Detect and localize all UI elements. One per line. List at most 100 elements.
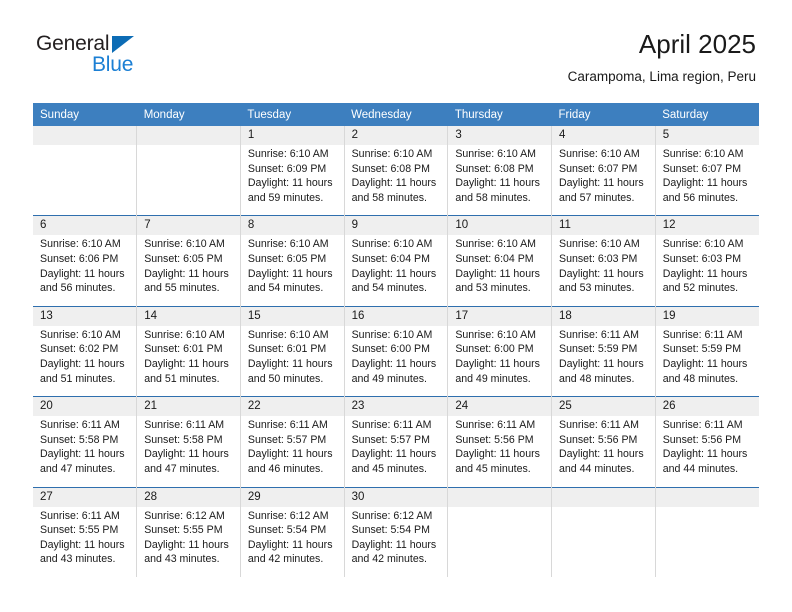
day-cell[interactable]: Sunrise: 6:10 AM Sunset: 6:01 PM Daylight:… [136, 325, 241, 397]
day-cell[interactable]: Sunrise: 6:11 AM Sunset: 5:56 PM Daylight:… [551, 416, 656, 487]
weekday-header-monday: Monday [136, 103, 241, 126]
page-title: April 2025 [638, 29, 756, 59]
day-number[interactable]: 5 [654, 126, 759, 145]
week-detail-row: Sunrise: 6:10 AM Sunset: 6:06 PM Daylight:… [33, 235, 759, 307]
day-number[interactable]: 29 [239, 486, 345, 507]
sunset-text: Sunset: 6:06 PM [40, 252, 119, 265]
day-number[interactable]: 23 [343, 396, 448, 417]
day-number[interactable]: 16 [343, 305, 448, 326]
day-number[interactable]: 14 [136, 305, 241, 326]
day-number[interactable]: 25 [551, 396, 656, 417]
sunrise-text: Sunrise: 6:10 AM [455, 328, 536, 341]
day-number[interactable]: 26 [654, 396, 759, 417]
day-number[interactable]: 7 [136, 215, 241, 236]
day-cell[interactable]: Sunrise: 6:10 AM Sunset: 6:08 PM Daylight:… [447, 145, 552, 216]
day-number[interactable]: 12 [654, 215, 759, 236]
day-number[interactable]: 9 [343, 215, 448, 236]
day-number[interactable]: 22 [239, 396, 345, 417]
day-number[interactable]: 4 [551, 126, 656, 145]
day-number[interactable]: 13 [33, 305, 137, 326]
day-cell[interactable]: Sunrise: 6:10 AM Sunset: 6:02 PM Daylight:… [33, 325, 137, 397]
sunrise-text: Sunrise: 6:10 AM [662, 148, 744, 160]
day-cell[interactable]: Sunrise: 6:11 AM Sunset: 5:58 PM Daylight:… [136, 416, 241, 487]
sunset-text: Sunset: 6:07 PM [559, 162, 638, 175]
sunset-text: Sunset: 5:56 PM [559, 433, 638, 446]
day-cell[interactable]: Sunrise: 6:11 AM Sunset: 5:55 PM Daylight:… [33, 506, 137, 577]
day-cell[interactable]: Sunrise: 6:10 AM Sunset: 6:04 PM Daylight:… [343, 235, 448, 307]
sunset-text: Sunset: 5:58 PM [144, 433, 223, 446]
day-number[interactable]: 1 [239, 126, 345, 145]
sunset-text: Sunset: 5:56 PM [662, 433, 742, 446]
daylight-text-line2: and 44 minutes. [559, 462, 635, 475]
daylight-text-line1: Daylight: 11 hours [144, 448, 229, 461]
day-number[interactable]: 18 [551, 305, 656, 326]
day-number[interactable]: 2 [343, 126, 448, 145]
daylight-text-line1: Daylight: 11 hours [455, 177, 540, 190]
day-number[interactable]: 3 [447, 126, 552, 145]
day-cell[interactable]: Sunrise: 6:11 AM Sunset: 5:57 PM Daylight:… [343, 416, 448, 487]
daylight-text-line1: Daylight: 11 hours [40, 448, 125, 461]
day-number[interactable]: 19 [654, 305, 759, 326]
sunrise-text: Sunrise: 6:10 AM [144, 238, 225, 251]
sunrise-text: Sunrise: 6:11 AM [662, 328, 743, 341]
day-number[interactable]: 24 [447, 396, 552, 417]
weekday-header-tuesday: Tuesday [240, 103, 345, 126]
day-cell[interactable]: Sunrise: 6:10 AM Sunset: 6:00 PM Daylight:… [447, 325, 552, 397]
logo-text-blue: Blue [92, 53, 134, 76]
day-cell-empty [136, 145, 241, 216]
day-cell[interactable]: Sunrise: 6:10 AM Sunset: 6:05 PM Daylight:… [239, 235, 345, 307]
day-cell[interactable]: Sunrise: 6:10 AM Sunset: 6:03 PM Daylight:… [551, 235, 656, 307]
daylight-text-line1: Daylight: 11 hours [455, 448, 540, 461]
day-cell[interactable]: Sunrise: 6:11 AM Sunset: 5:57 PM Daylight:… [239, 416, 345, 487]
day-cell[interactable]: Sunrise: 6:10 AM Sunset: 6:05 PM Daylight:… [136, 235, 241, 307]
day-number[interactable]: 28 [136, 486, 241, 507]
day-number[interactable]: 10 [447, 215, 552, 236]
day-cell[interactable]: Sunrise: 6:11 AM Sunset: 5:58 PM Daylight:… [33, 416, 137, 487]
day-cell[interactable]: Sunrise: 6:11 AM Sunset: 5:59 PM Daylight:… [551, 325, 656, 397]
daylight-text-line2: and 59 minutes. [247, 191, 324, 204]
daylight-text-line2: and 47 minutes. [40, 462, 116, 475]
day-number[interactable]: 17 [447, 305, 552, 326]
generalblue-logo[interactable]: General Blue [36, 33, 156, 81]
day-number[interactable]: 15 [239, 305, 345, 326]
sunset-text: Sunset: 6:03 PM [662, 252, 742, 265]
sunrise-text: Sunrise: 6:12 AM [351, 509, 433, 522]
day-number[interactable]: 21 [136, 396, 241, 417]
day-cell[interactable]: Sunrise: 6:10 AM Sunset: 6:04 PM Daylight:… [447, 235, 552, 307]
day-cell[interactable]: Sunrise: 6:11 AM Sunset: 5:56 PM Daylight:… [654, 416, 759, 487]
day-number[interactable]: 6 [33, 215, 137, 236]
sunrise-text: Sunrise: 6:10 AM [351, 148, 433, 160]
daylight-text-line2: and 42 minutes. [351, 553, 427, 566]
daylight-text-line1: Daylight: 11 hours [455, 267, 540, 280]
daylight-text-line2: and 51 minutes. [40, 372, 116, 385]
day-number[interactable]: 30 [343, 486, 448, 507]
sunrise-text: Sunrise: 6:11 AM [455, 419, 536, 432]
day-cell-empty [654, 506, 759, 577]
week-detail-row: Sunrise: 6:10 AM Sunset: 6:02 PM Daylight:… [33, 325, 759, 397]
day-cell[interactable]: Sunrise: 6:10 AM Sunset: 6:08 PM Daylight:… [343, 145, 448, 216]
day-number[interactable]: 27 [33, 486, 137, 507]
daylight-text-line2: and 49 minutes. [455, 372, 531, 385]
day-number[interactable]: 20 [33, 396, 137, 417]
day-cell[interactable]: Sunrise: 6:11 AM Sunset: 5:59 PM Daylight:… [654, 325, 759, 397]
day-cell[interactable]: Sunrise: 6:12 AM Sunset: 5:55 PM Daylight:… [136, 506, 241, 577]
day-cell[interactable]: Sunrise: 6:12 AM Sunset: 5:54 PM Daylight:… [343, 506, 448, 577]
daylight-text-line2: and 52 minutes. [662, 282, 739, 295]
daylight-text-line1: Daylight: 11 hours [455, 357, 540, 370]
daylight-text-line2: and 44 minutes. [662, 462, 739, 475]
day-number[interactable]: 11 [551, 215, 656, 236]
logo-text-general: General [36, 32, 110, 55]
day-cell[interactable]: Sunrise: 6:10 AM Sunset: 6:09 PM Daylight:… [239, 145, 345, 216]
day-cell[interactable]: Sunrise: 6:10 AM Sunset: 6:03 PM Daylight:… [654, 235, 759, 307]
title-block: April 2025 Carampoma, Lima region, Peru [568, 28, 756, 87]
day-cell[interactable]: Sunrise: 6:10 AM Sunset: 6:07 PM Daylight:… [654, 145, 759, 216]
sunset-text: Sunset: 6:04 PM [351, 252, 430, 265]
day-cell[interactable]: Sunrise: 6:10 AM Sunset: 6:00 PM Daylight:… [343, 325, 448, 397]
day-cell[interactable]: Sunrise: 6:10 AM Sunset: 6:01 PM Daylight:… [239, 325, 345, 397]
sunrise-text: Sunrise: 6:11 AM [559, 419, 639, 432]
day-cell[interactable]: Sunrise: 6:11 AM Sunset: 5:56 PM Daylight:… [447, 416, 552, 487]
day-cell[interactable]: Sunrise: 6:10 AM Sunset: 6:07 PM Daylight:… [551, 145, 656, 216]
day-cell[interactable]: Sunrise: 6:10 AM Sunset: 6:06 PM Daylight:… [33, 235, 137, 307]
day-number[interactable]: 8 [239, 215, 345, 236]
day-cell[interactable]: Sunrise: 6:12 AM Sunset: 5:54 PM Daylight:… [239, 506, 345, 577]
